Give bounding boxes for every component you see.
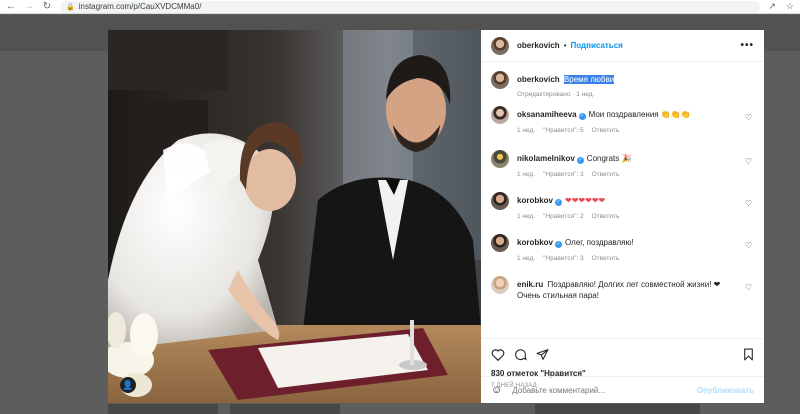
user-tag-icon[interactable]: 👤	[120, 377, 136, 393]
address-bar[interactable]: 🔒 instagram.com/p/CauXVDCMMa0/	[60, 0, 761, 13]
caption-username[interactable]: oberkovich	[517, 75, 560, 84]
author-username[interactable]: oberkovich	[517, 41, 560, 50]
comment-text: Поздравляю! Долгих лет совместной жизни!…	[517, 280, 721, 300]
avatar[interactable]	[491, 150, 509, 168]
reply-button[interactable]: Ответить	[592, 213, 620, 220]
more-options-icon[interactable]: •••	[740, 40, 754, 51]
comment-item: korobkov ✓ Олег, поздравляю! 1 нед. "Нравит…	[491, 234, 754, 276]
browser-toolbar: ← → ↻ 🔒 instagram.com/p/CauXVDCMMa0/ ↗ ☆	[0, 0, 800, 14]
comment-likes[interactable]: "Нравится": 3	[543, 255, 584, 262]
comment-likes[interactable]: "Нравится": 3	[543, 171, 584, 178]
comment-age: 1 нед.	[517, 171, 536, 178]
like-comment-icon[interactable]: ♡	[745, 113, 752, 122]
caption: oberkovich Время любви Отредактировано ·…	[491, 71, 754, 98]
avatar[interactable]	[491, 276, 509, 294]
post-photo[interactable]: 👤	[108, 30, 481, 403]
avatar[interactable]	[491, 234, 509, 252]
forward-icon[interactable]: →	[24, 0, 34, 14]
bookmark-icon[interactable]	[743, 348, 754, 361]
share-icon[interactable]	[536, 348, 549, 361]
comment-age: 1 нед.	[517, 213, 536, 220]
avatar[interactable]	[491, 106, 509, 124]
comment-item: enik.ru Поздравляю! Долгих лет совместно…	[491, 276, 754, 301]
comment-age: 1 нед.	[517, 127, 536, 134]
like-comment-icon[interactable]: ♡	[745, 157, 752, 166]
reply-button[interactable]: Ответить	[592, 255, 620, 262]
avatar[interactable]	[491, 192, 509, 210]
comments-list[interactable]: oberkovich Время любви Отредактировано ·…	[481, 63, 764, 335]
background-tile	[230, 404, 340, 414]
comment-item: nikolamelnikov ✓ Congrats 🎉 1 нед. "Нравитс…	[491, 150, 754, 192]
wedding-photo-illustration	[108, 30, 481, 403]
background-tile	[108, 404, 218, 414]
comment-item: korobkov ✓ ❤❤❤❤❤❤ 1 нед. "Нравится": 2 Ответ…	[491, 192, 754, 234]
follow-button[interactable]: Подписаться	[571, 41, 623, 50]
post-side-panel: oberkovich • Подписаться ••• oberkovich …	[481, 30, 764, 403]
comment-likes[interactable]: "Нравится": 2	[543, 213, 584, 220]
back-icon[interactable]: ←	[6, 0, 16, 14]
comment-username[interactable]: nikolamelnikov	[517, 154, 575, 163]
comment-username[interactable]: oksanamiheeva	[517, 110, 577, 119]
reply-button[interactable]: Ответить	[592, 171, 620, 178]
comment-text: Congrats 🎉	[586, 154, 632, 163]
comment-input[interactable]	[512, 385, 697, 395]
like-comment-icon[interactable]: ♡	[745, 199, 752, 208]
comment-item: oksanamiheeva ✓ Мои поздравления 👏👏👏 1 нед…	[491, 106, 754, 150]
comment-age: 1 нед.	[517, 255, 536, 262]
like-comment-icon[interactable]: ♡	[745, 241, 752, 250]
reload-icon[interactable]: ↻	[42, 0, 52, 14]
add-comment-bar: ☺ Опубликовать	[481, 376, 764, 403]
verified-badge-icon: ✓	[555, 199, 563, 206]
verified-badge-icon: ✓	[576, 157, 584, 164]
like-icon[interactable]	[491, 348, 505, 361]
avatar[interactable]	[491, 36, 509, 55]
comment-text: ❤❤❤❤❤❤	[565, 196, 606, 205]
comment-icon[interactable]	[514, 348, 527, 361]
reply-button[interactable]: Ответить	[592, 127, 620, 134]
publish-button[interactable]: Опубликовать	[697, 386, 754, 395]
verified-badge-icon: ✓	[578, 113, 586, 120]
post-header: oberkovich • Подписаться •••	[481, 30, 764, 62]
separator-dot: •	[563, 41, 567, 50]
avatar[interactable]	[491, 71, 509, 89]
comment-text: Мои поздравления 👏👏👏	[588, 110, 691, 119]
comment-username[interactable]: enik.ru	[517, 280, 543, 289]
verified-badge-icon: ✓	[555, 241, 563, 248]
like-comment-icon[interactable]: ♡	[745, 283, 752, 292]
comment-username[interactable]: korobkov	[517, 196, 553, 205]
share-icon[interactable]: ↗	[768, 1, 776, 12]
comment-likes[interactable]: "Нравится": 5	[543, 127, 584, 134]
star-icon[interactable]: ☆	[786, 1, 794, 12]
comment-username[interactable]: korobkov	[517, 238, 553, 247]
emoji-icon[interactable]: ☺	[491, 384, 502, 396]
caption-meta: Отредактировано · 1 нед.	[517, 91, 595, 98]
background-tile	[535, 404, 700, 414]
lock-icon: 🔒	[66, 3, 75, 11]
caption-text: Время любви	[563, 75, 615, 84]
url-text: instagram.com/p/CauXVDCMMa0/	[78, 2, 202, 11]
comment-text: Олег, поздравляю!	[565, 238, 634, 247]
